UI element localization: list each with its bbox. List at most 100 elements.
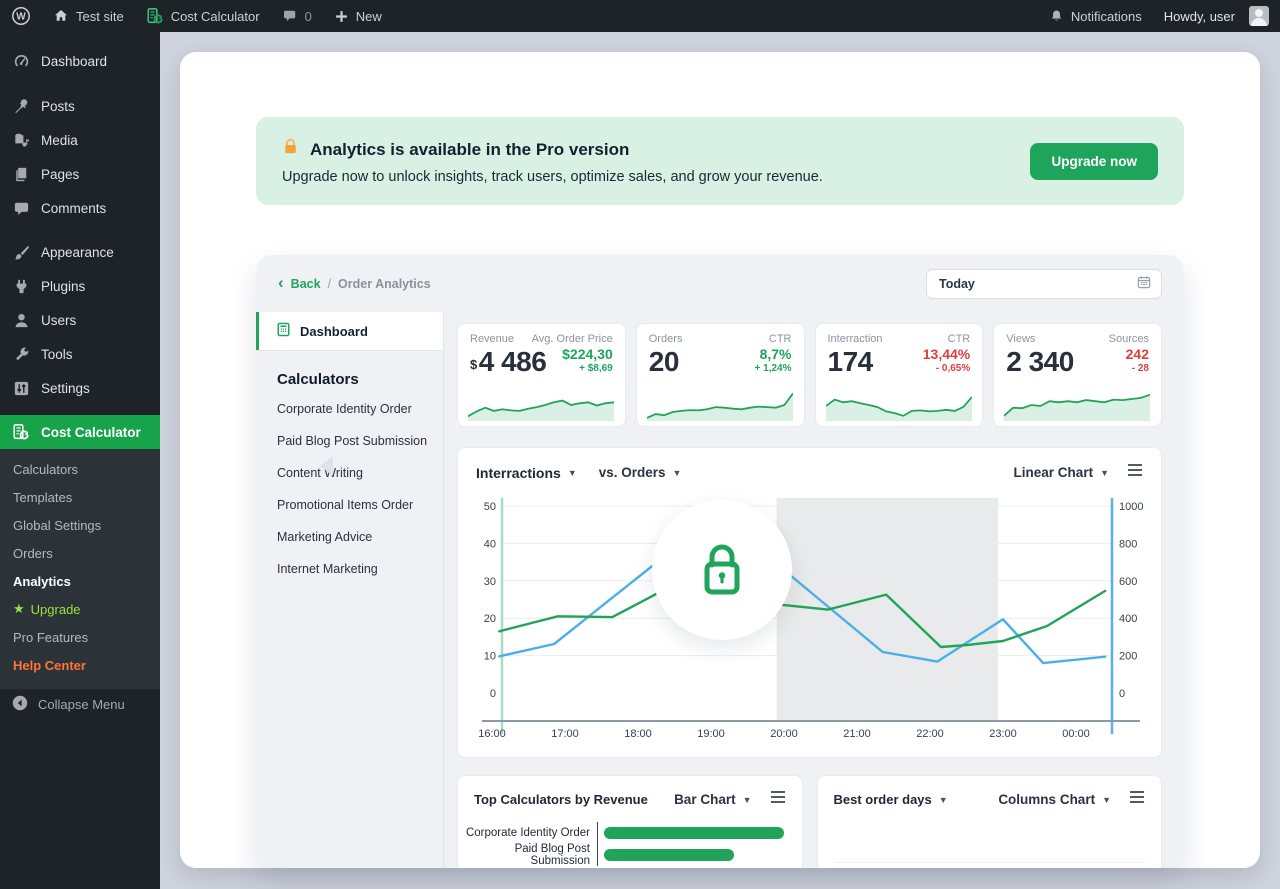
sidebar-item-label: Posts: [41, 99, 75, 114]
sidebar-item-settings[interactable]: Settings: [0, 371, 160, 405]
chevron-down-icon: ▼: [743, 795, 752, 805]
plus-icon: [334, 9, 349, 24]
back-link[interactable]: Back: [291, 277, 321, 291]
submenu-item-orders[interactable]: Orders: [0, 539, 160, 567]
sidebar-item-users[interactable]: Users: [0, 303, 160, 337]
lock-icon: [699, 543, 745, 597]
bar-row: Corporate Identity Order: [458, 822, 802, 844]
svg-text:30: 30: [484, 576, 496, 588]
preview-nav-item[interactable]: Paid Blog Post Submission: [256, 425, 443, 457]
bell-icon: [1049, 8, 1064, 24]
stats-row: RevenueAvg. Order Price $4 486 $224,30+ …: [457, 323, 1162, 427]
svg-text:21:00: 21:00: [843, 728, 871, 740]
submenu-item-analytics[interactable]: Analytics: [0, 567, 160, 595]
plug-icon: [11, 277, 31, 296]
banner-title: Analytics is available in the Pro versio…: [310, 140, 629, 160]
sidebar-item-plugins[interactable]: Plugins: [0, 269, 160, 303]
sidebar-item-label: Comments: [41, 201, 106, 216]
preview-nav-item[interactable]: Internet Marketing: [256, 553, 443, 585]
chevron-down-icon: ▼: [1100, 468, 1109, 478]
sidebar-item-appearance[interactable]: Appearance: [0, 235, 160, 269]
chevron-down-icon: ▼: [1102, 795, 1111, 805]
comments-menu[interactable]: 0: [271, 0, 323, 32]
sidebar-item-comments[interactable]: Comments: [0, 191, 160, 225]
locked-chart-overlay: [652, 500, 792, 640]
sidebar-item-pages[interactable]: Pages: [0, 157, 160, 191]
chevron-left-icon: ‹: [278, 278, 284, 288]
bar-chart: Corporate Identity OrderPaid Blog Post S…: [458, 822, 802, 866]
sidebar-item-posts[interactable]: Posts: [0, 89, 160, 123]
wordpress-logo-icon[interactable]: W: [0, 0, 42, 32]
chart-menu-icon[interactable]: [770, 790, 786, 809]
preview-nav-item[interactable]: Marketing Advice: [256, 521, 443, 553]
metric-b-dropdown[interactable]: vs. Orders ▼: [599, 465, 682, 480]
notifications-menu[interactable]: Notifications: [1038, 0, 1153, 32]
preview-nav-item[interactable]: Corporate Identity Order: [256, 393, 443, 425]
submenu-item-calculators[interactable]: Calculators: [0, 455, 160, 483]
submenu-item-help-center[interactable]: Help Center: [0, 651, 160, 679]
media-icon: [11, 131, 31, 150]
upgrade-now-button[interactable]: Upgrade now: [1030, 143, 1158, 180]
sidebar-item-media[interactable]: Media: [0, 123, 160, 157]
svg-text:20: 20: [484, 613, 496, 625]
submenu-item-upgrade[interactable]: ★Upgrade: [0, 595, 160, 623]
site-name-menu[interactable]: Test site: [42, 0, 135, 32]
svg-text:40: 40: [484, 538, 496, 550]
sparkline-chart: [647, 389, 793, 421]
chart-type-dropdown[interactable]: Linear Chart ▼: [1014, 465, 1109, 480]
new-menu[interactable]: New: [323, 0, 393, 32]
line-chart: 010203040500200400600800100016:0017:0018…: [458, 494, 1163, 759]
preview-nav-dashboard[interactable]: Dashboard: [256, 312, 443, 350]
svg-text:16:00: 16:00: [478, 728, 506, 740]
columns-chart-title-dropdown[interactable]: Best order days ▼: [834, 792, 948, 807]
sidebar-item-label: Dashboard: [41, 54, 107, 69]
calculator-icon: [11, 423, 31, 441]
sidebar-item-cost-calculator[interactable]: Cost Calculator: [0, 415, 160, 449]
new-label: New: [356, 9, 382, 24]
star-icon: ★: [13, 601, 25, 617]
chevron-down-icon: ▼: [673, 468, 682, 478]
collapse-icon: [11, 694, 29, 715]
columns-chart-card: Best order days ▼ Columns Chart ▼: [817, 775, 1163, 868]
chevron-down-icon: ▼: [568, 468, 577, 478]
admin-content: Analytics is available in the Pro versio…: [160, 32, 1280, 889]
sparkline-chart: [1004, 389, 1150, 421]
breadcrumb-current: Order Analytics: [338, 277, 431, 291]
submenu-item-templates[interactable]: Templates: [0, 483, 160, 511]
sparkline-chart: [468, 389, 614, 421]
notifications-label: Notifications: [1071, 9, 1142, 24]
preview-nav-section-title: Calculators: [277, 371, 443, 388]
date-range-value: Today: [939, 277, 975, 291]
collapse-menu-button[interactable]: Collapse Menu: [0, 689, 160, 719]
bar-chart-type-dropdown[interactable]: Bar Chart ▼: [674, 792, 751, 807]
chart-menu-icon[interactable]: [1129, 790, 1145, 809]
svg-text:19:00: 19:00: [697, 728, 725, 740]
stat-value: $4 486: [470, 346, 546, 378]
preview-nav-item[interactable]: Content Writing: [256, 457, 443, 489]
site-name: Test site: [76, 9, 124, 24]
account-menu[interactable]: Howdy, user: [1153, 0, 1280, 32]
stat-card-interraction: InterractionCTR 174 13,44%- 0,65%: [815, 323, 984, 427]
lock-icon: [282, 137, 299, 162]
calculator-icon: [146, 7, 164, 25]
submenu-item-global-settings[interactable]: Global Settings: [0, 511, 160, 539]
svg-text:1000: 1000: [1119, 501, 1143, 513]
date-range-select[interactable]: Today: [926, 269, 1162, 299]
stat-card-orders: OrdersCTR 20 8,7%+ 1,24%: [636, 323, 805, 427]
bar-label: Corporate Identity Order: [458, 827, 597, 839]
preview-nav-item[interactable]: Promotional Items Order: [256, 489, 443, 521]
sidebar-item-tools[interactable]: Tools: [0, 337, 160, 371]
sidebar-item-dashboard[interactable]: Dashboard: [0, 44, 160, 78]
svg-text:20:00: 20:00: [770, 728, 798, 740]
sidebar-item-label: Cost Calculator: [41, 425, 141, 440]
dashboard-icon: [11, 52, 31, 71]
columns-chart-type-dropdown[interactable]: Columns Chart ▼: [998, 792, 1111, 807]
svg-text:10: 10: [484, 651, 496, 663]
stat-value: 2 340: [1006, 346, 1074, 378]
metric-a-dropdown[interactable]: Interractions ▼: [476, 465, 577, 481]
chart-menu-icon[interactable]: [1127, 463, 1143, 482]
preview-sidebar: Dashboard Calculators Corporate Identity…: [256, 312, 444, 868]
submenu-item-pro-features[interactable]: Pro Features: [0, 623, 160, 651]
breadcrumb: ‹ Back / Order Analytics: [278, 277, 431, 291]
cost-calculator-menu[interactable]: Cost Calculator: [135, 0, 271, 32]
